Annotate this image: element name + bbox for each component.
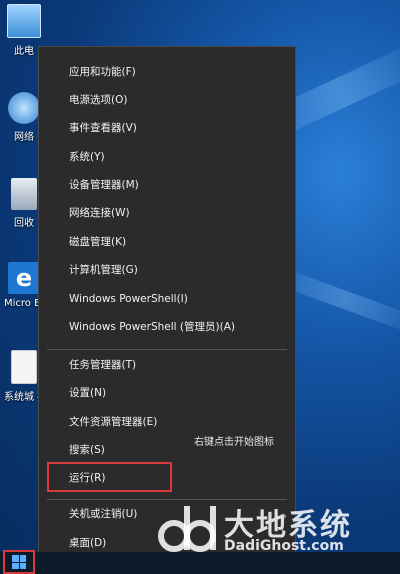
file-icon [11, 350, 37, 384]
annotation-text: 右键点击开始图标 [194, 437, 274, 448]
menu-item-event-viewer[interactable]: 事件查看器(V) [69, 119, 137, 137]
menu-item-device-manager[interactable]: 设备管理器(M) [69, 176, 139, 194]
edge-icon: e [8, 262, 40, 294]
watermark: 大地系统 DadiGhost.com [158, 500, 390, 556]
network-icon [8, 92, 40, 124]
menu-item-apps-features[interactable]: 应用和功能(F) [69, 63, 136, 81]
menu-item-power-options[interactable]: 电源选项(O) [69, 91, 127, 109]
menu-separator [47, 349, 287, 350]
computer-icon [7, 4, 41, 38]
menu-item-desktop[interactable]: 桌面(D) [69, 534, 106, 552]
menu-item-file-explorer[interactable]: 文件资源管理器(E) [69, 413, 157, 431]
winx-context-menu: 应用和功能(F) 电源选项(O) 事件查看器(V) 系统(Y) 设备管理器(M)… [38, 46, 296, 558]
windows-logo-icon [12, 555, 26, 569]
menu-item-computer-management[interactable]: 计算机管理(G) [69, 261, 138, 279]
dadi-logo-icon [158, 506, 216, 552]
taskbar [0, 552, 400, 574]
menu-item-shutdown-signout[interactable]: 关机或注销(U) [69, 505, 137, 523]
menu-item-powershell[interactable]: Windows PowerShell(I) [69, 290, 188, 308]
menu-item-network-connections[interactable]: 网络连接(W) [69, 204, 130, 222]
start-button[interactable] [3, 550, 35, 574]
run-highlight-box [47, 462, 172, 492]
recycle-bin-icon [11, 178, 37, 210]
menu-item-search[interactable]: 搜索(S) [69, 441, 105, 459]
menu-item-task-manager[interactable]: 任务管理器(T) [69, 356, 136, 374]
menu-item-disk-management[interactable]: 磁盘管理(K) [69, 233, 126, 251]
menu-item-settings[interactable]: 设置(N) [69, 384, 106, 402]
menu-item-system[interactable]: 系统(Y) [69, 148, 105, 166]
menu-item-powershell-admin[interactable]: Windows PowerShell (管理员)(A) [69, 318, 235, 336]
